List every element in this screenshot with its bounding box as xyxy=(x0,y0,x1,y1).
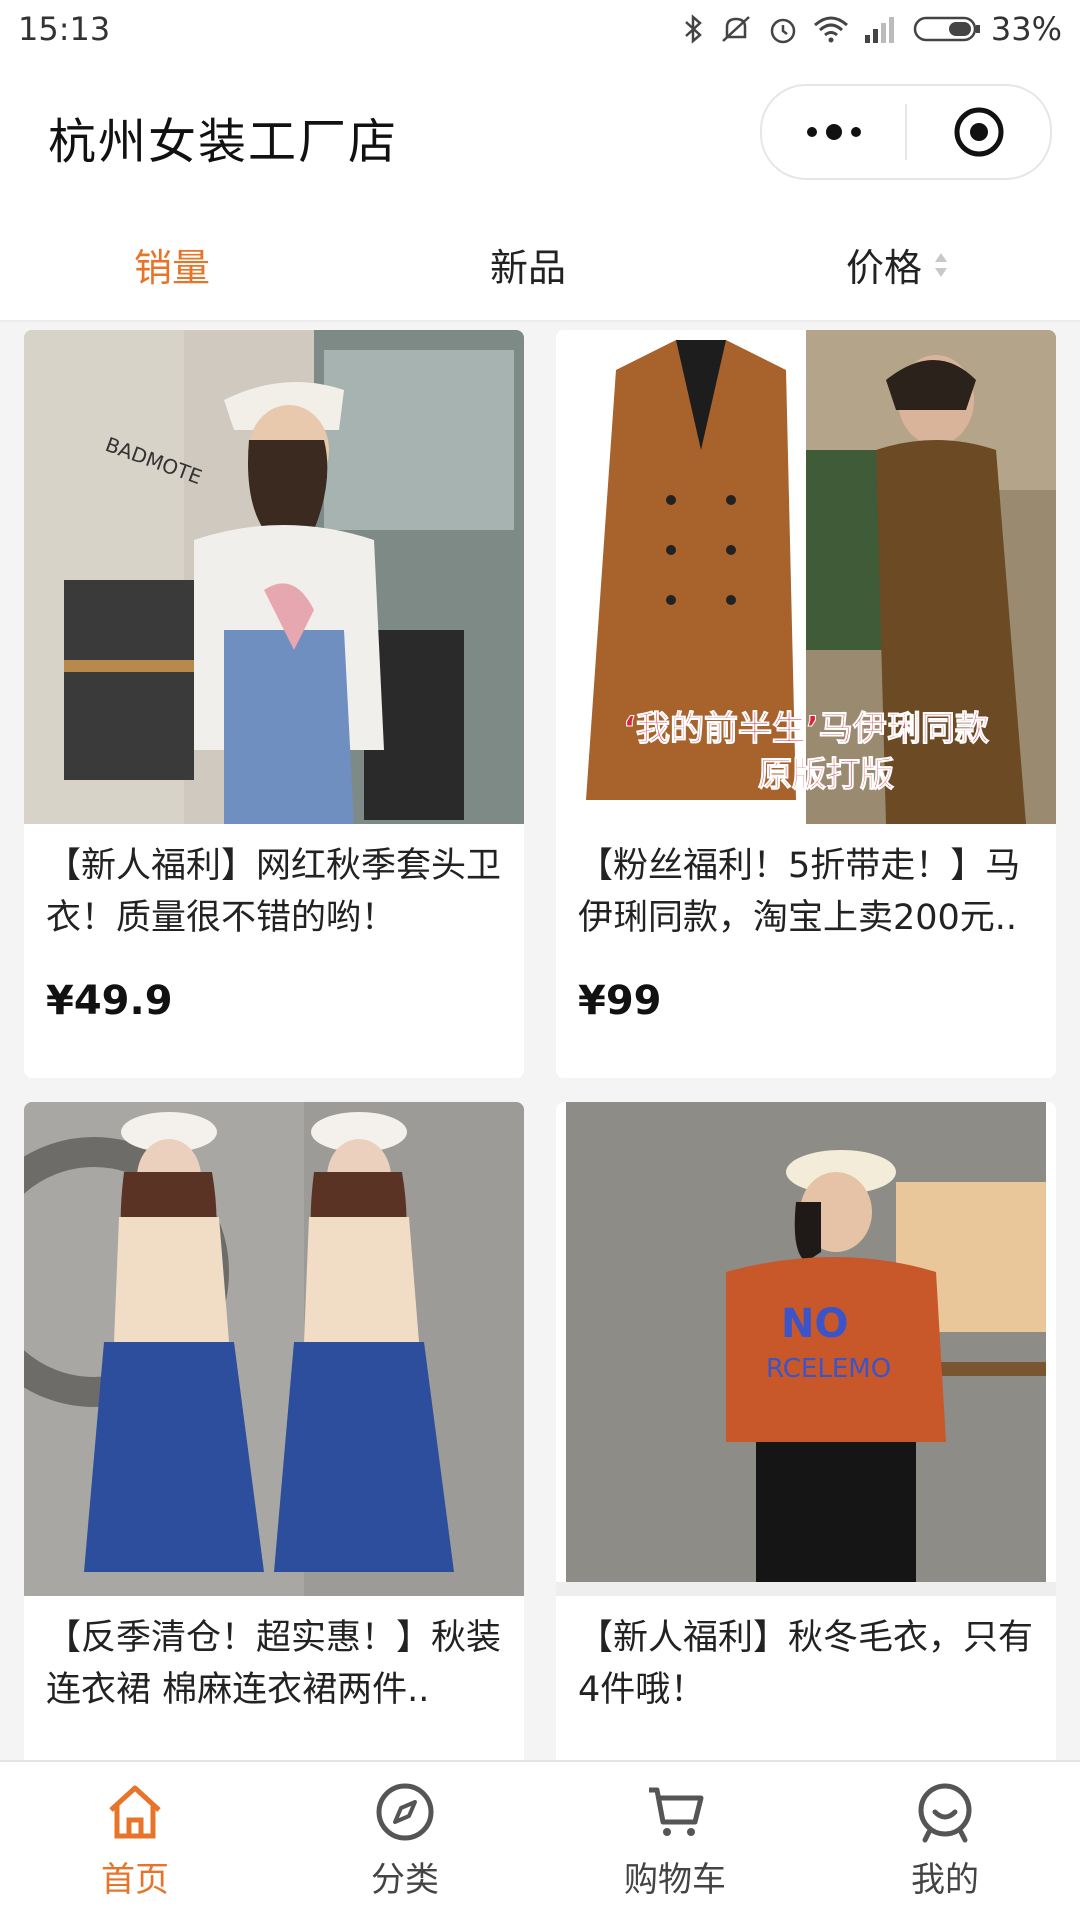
bluetooth-icon xyxy=(683,13,705,45)
tab-sales[interactable]: 销量 xyxy=(134,237,210,292)
svg-text:原版打版: 原版打版 xyxy=(758,755,894,795)
alarm-icon xyxy=(767,13,799,45)
product-price: ¥49.9 xyxy=(46,978,173,1024)
product-image: BADMOTE xyxy=(24,330,524,824)
product-title: 【粉丝福利！5折带走！】马伊琍同款，淘宝上卖200元.. xyxy=(578,846,1021,938)
tab-new[interactable]: 新品 xyxy=(490,237,566,292)
tab-cart[interactable]: 购物车 xyxy=(595,1780,755,1901)
tab-home-label: 首页 xyxy=(101,1860,169,1900)
profile-icon xyxy=(918,1783,972,1843)
product-image: NO RCELEMO xyxy=(556,1102,1056,1596)
more-dots-icon xyxy=(806,124,861,140)
tab-profile[interactable]: 我的 xyxy=(865,1780,1025,1901)
product-card[interactable]: BADMOTE 【新人福利】网红秋季套头卫衣！质量很不错的哟！ ¥49.9 xyxy=(24,330,524,1078)
home-icon xyxy=(109,1785,161,1839)
mini-program-capsule xyxy=(760,84,1052,180)
battery: 33% xyxy=(913,10,1062,48)
close-mini-program-button[interactable] xyxy=(907,86,1050,178)
svg-text:RCELEMO: RCELEMO xyxy=(766,1354,891,1384)
page-title: 杭州女装工厂店 xyxy=(48,114,399,170)
status-time: 15:13 xyxy=(18,10,111,48)
product-title: 【新人福利】秋冬毛衣，只有4件哦！ xyxy=(578,1618,1034,1710)
product-card[interactable]: ‘我的前半生’马伊琍同款 原版打版 【粉丝福利！5折带走！】马伊琍同款，淘宝上卖… xyxy=(556,330,1056,1078)
tab-price-label: 价格 xyxy=(846,246,923,290)
sort-tabs: 销量 新品 价格 xyxy=(0,205,1080,322)
more-button[interactable] xyxy=(762,86,905,178)
product-image xyxy=(24,1102,524,1596)
promo-overlay: ‘我的前半生’马伊琍同款 原版打版 xyxy=(623,710,990,796)
status-bar: 15:13 33% xyxy=(0,0,1080,60)
cart-icon xyxy=(649,1787,704,1836)
mute-icon xyxy=(719,13,753,45)
tab-category-label: 分类 xyxy=(371,1860,439,1900)
svg-text:NO: NO xyxy=(781,1301,848,1347)
bottom-tab-bar: 首页 分类 购物车 我的 xyxy=(0,1760,1080,1922)
target-close-icon xyxy=(954,107,1003,157)
tab-home[interactable]: 首页 xyxy=(55,1780,215,1901)
tab-cart-label: 购物车 xyxy=(624,1860,726,1900)
svg-text:‘我的前半生’马伊琍同款: ‘我的前半生’马伊琍同款 xyxy=(623,710,989,749)
battery-icon xyxy=(913,16,980,42)
product-title: 【新人福利】网红秋季套头卫衣！质量很不错的哟！ xyxy=(46,846,502,938)
product-title: 【反季清仓！超实惠！】秋装连衣裙 棉麻连衣裙两件.. xyxy=(46,1618,502,1710)
tab-category[interactable]: 分类 xyxy=(325,1780,485,1901)
navigation-bar: 杭州女装工厂店 xyxy=(0,60,1080,205)
sort-arrows-icon xyxy=(935,252,948,277)
wifi-icon xyxy=(813,13,849,45)
product-card[interactable]: 【反季清仓！超实惠！】秋装连衣裙 棉麻连衣裙两件.. xyxy=(24,1102,524,1760)
battery-level: 33% xyxy=(990,10,1062,48)
product-price: ¥99 xyxy=(578,978,662,1024)
tab-profile-label: 我的 xyxy=(911,1860,979,1900)
compass-icon xyxy=(376,1783,434,1841)
status-icons: 33% xyxy=(683,10,1062,48)
product-grid: BADMOTE 【新人福利】网红秋季套头卫衣！质量很不错的哟！ ¥49.9 ‘我… xyxy=(0,330,1080,1760)
signal-icon xyxy=(863,13,899,45)
tab-price[interactable]: 价格 xyxy=(846,237,948,292)
product-card[interactable]: NO RCELEMO 【新人福利】秋冬毛衣，只有4件哦！ xyxy=(556,1102,1056,1760)
